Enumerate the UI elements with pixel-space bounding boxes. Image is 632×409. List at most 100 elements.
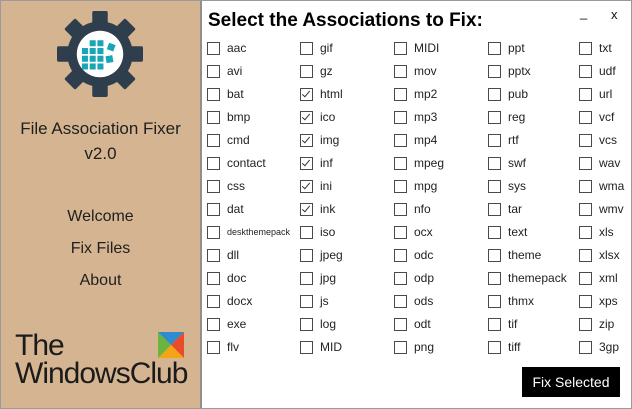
checkbox-item[interactable]: bat (207, 85, 244, 103)
checkbox-item[interactable]: ppt (488, 39, 525, 57)
checkbox-icon[interactable] (300, 41, 313, 55)
checkbox-icon[interactable] (207, 41, 220, 55)
checkbox-item[interactable]: mp4 (394, 131, 437, 149)
checkbox-icon[interactable] (488, 225, 501, 239)
checkbox-item[interactable]: text (488, 223, 527, 241)
checkbox-icon[interactable] (394, 110, 407, 124)
checkbox-item[interactable]: avi (207, 62, 242, 80)
checkbox-item[interactable]: pub (488, 85, 528, 103)
checkbox-icon[interactable] (300, 294, 313, 308)
checkbox-item[interactable]: swf (488, 154, 526, 172)
checkbox-icon[interactable] (207, 317, 220, 331)
checkbox-icon[interactable] (488, 202, 501, 216)
checkbox-item[interactable]: ico (300, 108, 335, 126)
checkbox-icon[interactable] (207, 294, 220, 308)
checkbox-icon[interactable] (207, 225, 220, 239)
checkbox-item[interactable]: js (300, 292, 329, 310)
checkbox-item[interactable]: ini (300, 177, 332, 195)
checkbox-item[interactable]: pptx (488, 62, 531, 80)
checkbox-icon[interactable] (300, 271, 313, 285)
nav-fix-files[interactable]: Fix Files (1, 240, 200, 258)
checkbox-item[interactable]: ocx (394, 223, 433, 241)
checkbox-icon[interactable] (300, 64, 313, 78)
checkbox-item[interactable]: sys (488, 177, 526, 195)
minimize-button[interactable]: _ (580, 5, 587, 20)
checkbox-icon[interactable] (207, 64, 220, 78)
checkbox-icon[interactable] (300, 110, 313, 124)
checkbox-item[interactable]: img (300, 131, 339, 149)
checkbox-icon[interactable] (207, 133, 220, 147)
checkbox-icon[interactable] (207, 271, 220, 285)
checkbox-item[interactable]: flv (207, 338, 239, 356)
checkbox-icon[interactable] (488, 248, 501, 262)
checkbox-item[interactable]: txt (579, 39, 612, 57)
checkbox-item[interactable]: 3gp (579, 338, 619, 356)
checkbox-item[interactable]: xls (579, 223, 614, 241)
checkbox-icon[interactable] (488, 294, 501, 308)
checkbox-icon[interactable] (207, 179, 220, 193)
checkbox-item[interactable]: ink (300, 200, 335, 218)
checkbox-item[interactable]: themepack (488, 269, 567, 287)
checkbox-icon[interactable] (579, 225, 592, 239)
checkbox-item[interactable]: theme (488, 246, 541, 264)
close-button[interactable]: x (611, 7, 618, 22)
checkbox-item[interactable]: tif (488, 315, 517, 333)
checkbox-item[interactable]: contact (207, 154, 266, 172)
checkbox-icon[interactable] (394, 156, 407, 170)
checkbox-icon[interactable] (488, 110, 501, 124)
checkbox-item[interactable]: aac (207, 39, 246, 57)
checkbox-item[interactable]: xps (579, 292, 618, 310)
checkbox-item[interactable]: url (579, 85, 612, 103)
checkbox-icon[interactable] (394, 179, 407, 193)
checkbox-item[interactable]: doc (207, 269, 246, 287)
checkbox-icon[interactable] (207, 156, 220, 170)
checkbox-icon[interactable] (300, 156, 313, 170)
checkbox-item[interactable]: nfo (394, 200, 431, 218)
checkbox-item[interactable]: bmp (207, 108, 250, 126)
checkbox-item[interactable]: deskthemepack (207, 223, 290, 241)
checkbox-icon[interactable] (579, 294, 592, 308)
checkbox-item[interactable]: css (207, 177, 245, 195)
checkbox-icon[interactable] (300, 340, 313, 354)
checkbox-icon[interactable] (579, 64, 592, 78)
checkbox-item[interactable]: html (300, 85, 343, 103)
checkbox-icon[interactable] (207, 340, 220, 354)
checkbox-icon[interactable] (300, 133, 313, 147)
checkbox-item[interactable]: vcs (579, 131, 617, 149)
checkbox-icon[interactable] (300, 202, 313, 216)
checkbox-icon[interactable] (394, 202, 407, 216)
checkbox-icon[interactable] (488, 340, 501, 354)
checkbox-icon[interactable] (394, 41, 407, 55)
checkbox-item[interactable]: MID (300, 338, 342, 356)
checkbox-icon[interactable] (488, 179, 501, 193)
checkbox-icon[interactable] (394, 271, 407, 285)
checkbox-icon[interactable] (579, 110, 592, 124)
checkbox-icon[interactable] (488, 317, 501, 331)
checkbox-icon[interactable] (394, 133, 407, 147)
checkbox-item[interactable]: vcf (579, 108, 614, 126)
checkbox-icon[interactable] (579, 156, 592, 170)
checkbox-item[interactable]: gz (300, 62, 333, 80)
checkbox-icon[interactable] (579, 41, 592, 55)
checkbox-icon[interactable] (300, 179, 313, 193)
checkbox-item[interactable]: tiff (488, 338, 520, 356)
checkbox-icon[interactable] (579, 271, 592, 285)
checkbox-item[interactable]: gif (300, 39, 333, 57)
checkbox-icon[interactable] (579, 317, 592, 331)
checkbox-item[interactable]: mov (394, 62, 437, 80)
checkbox-item[interactable]: mp3 (394, 108, 437, 126)
checkbox-icon[interactable] (300, 87, 313, 101)
nav-welcome[interactable]: Welcome (1, 208, 200, 226)
checkbox-item[interactable]: mpg (394, 177, 437, 195)
checkbox-icon[interactable] (579, 179, 592, 193)
checkbox-icon[interactable] (207, 87, 220, 101)
checkbox-item[interactable]: rtf (488, 131, 519, 149)
checkbox-icon[interactable] (394, 225, 407, 239)
checkbox-item[interactable]: cmd (207, 131, 250, 149)
checkbox-item[interactable]: jpg (300, 269, 336, 287)
checkbox-item[interactable]: zip (579, 315, 614, 333)
checkbox-item[interactable]: png (394, 338, 434, 356)
checkbox-icon[interactable] (300, 317, 313, 331)
checkbox-item[interactable]: odt (394, 315, 431, 333)
checkbox-icon[interactable] (394, 248, 407, 262)
